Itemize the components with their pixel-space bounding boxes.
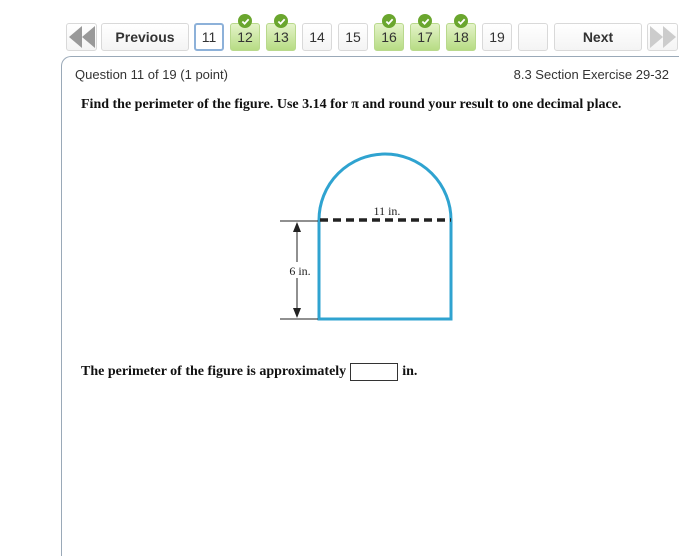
question-17-button[interactable]: 17 bbox=[410, 14, 440, 51]
question-header: Question 11 of 19 (1 point) bbox=[75, 67, 228, 82]
question-16-button[interactable]: 16 bbox=[374, 14, 404, 51]
question-number: 19 bbox=[489, 29, 505, 45]
question-number: 14 bbox=[309, 29, 325, 45]
question-number: 11 bbox=[201, 29, 217, 45]
height-label: 6 in. bbox=[289, 264, 310, 278]
check-icon bbox=[418, 14, 432, 28]
check-icon bbox=[238, 14, 252, 28]
check-icon bbox=[382, 14, 396, 28]
answer-prefix: The perimeter of the figure is approxima… bbox=[81, 364, 347, 379]
figure-outline bbox=[317, 152, 453, 321]
question-18-button[interactable]: 18 bbox=[446, 14, 476, 51]
question-number: 15 bbox=[345, 29, 361, 45]
question-number: 16 bbox=[381, 29, 397, 45]
check-icon bbox=[274, 14, 288, 28]
question-prompt: Find the perimeter of the figure. Use 3.… bbox=[81, 97, 622, 112]
question-number: 13 bbox=[273, 29, 289, 45]
question-number: 12 bbox=[237, 29, 253, 45]
double-left-arrow-icon bbox=[68, 26, 95, 48]
question-13-button[interactable]: 13 bbox=[266, 14, 296, 51]
perimeter-answer-input[interactable] bbox=[350, 363, 399, 381]
question-blank-button[interactable] bbox=[518, 23, 548, 51]
last-question-button[interactable] bbox=[647, 23, 678, 51]
check-icon bbox=[454, 14, 468, 28]
question-12-button[interactable]: 12 bbox=[230, 14, 260, 51]
question-navigation: Previous 11 12 13 14 15 16 17 18 19 Next bbox=[0, 14, 679, 53]
double-right-arrow-icon bbox=[649, 26, 676, 48]
arrow-up-icon bbox=[293, 222, 301, 232]
section-label: 8.3 Section Exercise 29-32 bbox=[513, 67, 669, 82]
question-14-button[interactable]: 14 bbox=[302, 23, 332, 51]
figure-diagram: 11 in. 6 in. bbox=[280, 152, 453, 321]
arrow-down-icon bbox=[293, 308, 301, 318]
answer-line: The perimeter of the figure is approxima… bbox=[81, 363, 417, 381]
previous-button[interactable]: Previous bbox=[101, 23, 189, 51]
question-19-button[interactable]: 19 bbox=[482, 23, 512, 51]
question-number: 18 bbox=[453, 29, 469, 45]
question-11-button[interactable]: 11 bbox=[194, 23, 224, 51]
answer-unit: in. bbox=[402, 364, 418, 379]
next-button[interactable]: Next bbox=[554, 23, 642, 51]
question-number: 17 bbox=[417, 29, 433, 45]
first-question-button[interactable] bbox=[66, 23, 97, 51]
question-15-button[interactable]: 15 bbox=[338, 23, 368, 51]
width-label: 11 in. bbox=[374, 204, 401, 218]
